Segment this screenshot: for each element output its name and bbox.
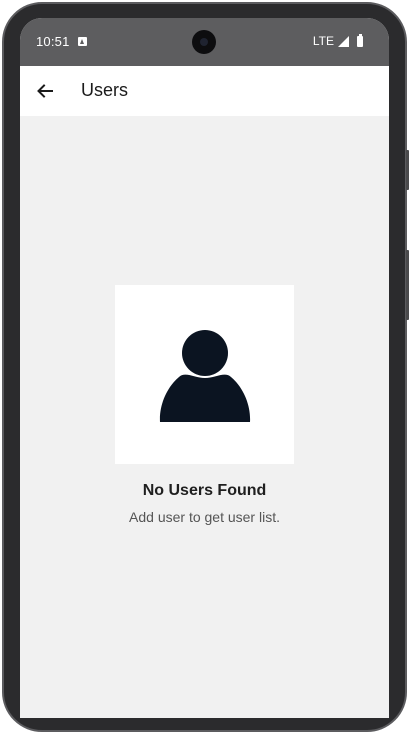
person-icon <box>159 329 250 422</box>
battery-icon <box>357 33 363 47</box>
status-bar: 10:51 LTE <box>20 18 389 66</box>
status-time: 10:51 <box>36 34 70 49</box>
status-indicators: LTE <box>312 33 363 48</box>
empty-state: No Users Found Add user to get user list… <box>20 285 389 525</box>
screen: 10:51 LTE Users No Users Found Add user … <box>20 18 389 718</box>
back-button[interactable] <box>30 76 60 106</box>
empty-state-image <box>115 285 294 464</box>
app-bar: Users <box>20 66 389 116</box>
notification-icon <box>78 37 87 46</box>
empty-state-subtitle: Add user to get user list. <box>129 509 280 525</box>
device-frame: 10:51 LTE Users No Users Found Add user … <box>0 0 409 732</box>
camera-cutout <box>192 30 216 54</box>
page-title: Users <box>81 80 129 100</box>
empty-state-title: No Users Found <box>142 482 267 499</box>
arrow-back-icon <box>37 84 53 98</box>
signal-icon <box>338 35 349 47</box>
network-label: LTE <box>312 34 334 48</box>
